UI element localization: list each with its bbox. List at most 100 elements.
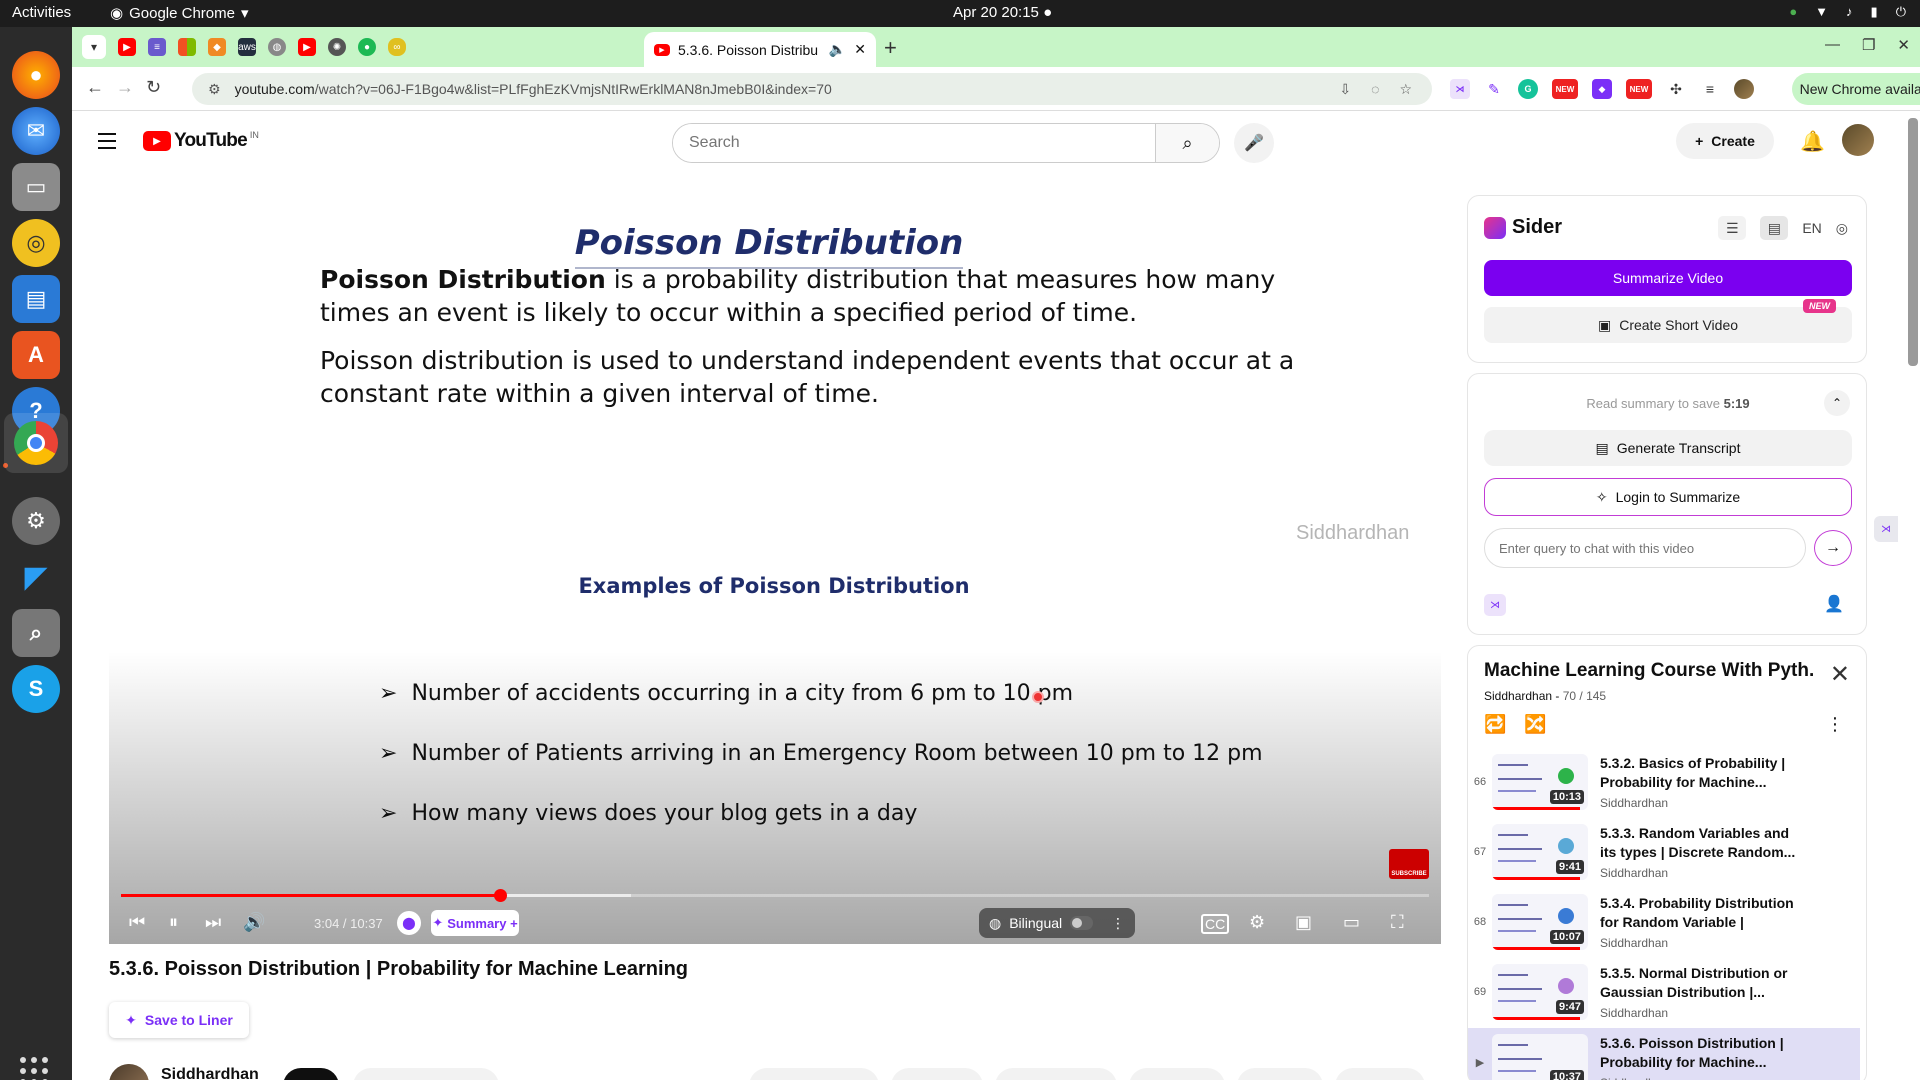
writer-icon[interactable]: ▤ <box>12 275 60 323</box>
rhythmbox-icon[interactable]: ◎ <box>12 219 60 267</box>
youtube-logo[interactable]: ▶ YouTube IN <box>143 130 259 152</box>
video-player[interactable]: Poisson Distribution Poisson Distributio… <box>109 171 1441 944</box>
tab-microsoft[interactable] <box>178 38 196 56</box>
liner-ext-icon[interactable]: ◆ <box>1592 79 1612 99</box>
activities-button[interactable]: Activities <box>12 4 71 21</box>
tab-youtube-2[interactable]: ▶ <box>298 38 316 56</box>
sider-mini-icon[interactable]: ⋊ <box>1484 594 1506 616</box>
hamburger-menu-icon[interactable] <box>98 133 116 154</box>
pause-icon[interactable]: ⏸ <box>169 912 178 933</box>
shuffle-icon[interactable]: 🔀 <box>1524 714 1546 735</box>
new-ext-1-icon[interactable]: NEW <box>1552 79 1578 99</box>
vscode-icon[interactable]: ◤ <box>12 553 60 601</box>
back-icon[interactable]: ← <box>86 77 104 98</box>
seek-bar[interactable] <box>121 889 1429 902</box>
app-menu[interactable]: ◉ Google Chrome ▾ <box>110 4 249 23</box>
login-to-summarize-button[interactable]: ✧ Login to Summarize <box>1484 478 1852 516</box>
playlist-more-icon[interactable]: ⋮ <box>1826 714 1844 735</box>
search-tool-icon[interactable]: ⌕ <box>12 609 60 657</box>
playlist-item-thumbnail[interactable]: 9:41 <box>1492 824 1588 880</box>
clock[interactable]: Apr 20 20:15 ● <box>953 4 1052 21</box>
summary-button[interactable]: ✦ Summary + <box>431 910 519 936</box>
pen-ext-icon[interactable]: ✎ <box>1484 79 1504 99</box>
reading-list-icon[interactable]: ≡ <box>1700 79 1720 99</box>
address-bar[interactable]: ⚙ youtube.com/watch?v=06J-F1Bgo4w&list=P… <box>192 73 1432 105</box>
tab-docs[interactable]: ≡ <box>148 38 166 56</box>
playlist-item[interactable]: 68 10:07 5.3.4. Probability Distribution f… <box>1468 888 1860 958</box>
close-window-icon[interactable]: ✕ <box>1897 36 1910 54</box>
more-icon[interactable]: ⋮ <box>1111 915 1125 932</box>
volume-icon[interactable]: 🔊 <box>243 912 265 933</box>
join-button[interactable] <box>283 1068 339 1080</box>
playlist-item-thumbnail[interactable]: 10:37 <box>1492 1034 1588 1080</box>
tab-aws[interactable]: aws <box>238 38 256 56</box>
summarize-video-button[interactable]: Summarize Video <box>1484 260 1852 296</box>
subtitle-view-icon[interactable]: ▤ <box>1760 216 1789 240</box>
location-pin-icon[interactable]: ⬤ <box>397 911 421 935</box>
files-icon[interactable]: ▭ <box>12 163 60 211</box>
save-button[interactable] <box>1335 1068 1425 1080</box>
tab-active[interactable]: ▶ 5.3.6. Poisson Distribu 🔈 ✕ <box>644 32 876 67</box>
skype-icon[interactable]: S <box>12 665 60 713</box>
grammarly-icon[interactable]: G <box>1518 79 1538 99</box>
new-chrome-available-button[interactable]: New Chrome available ⋮ <box>1792 73 1920 105</box>
save-to-liner-button[interactable]: ✦ Save to Liner <box>109 1002 249 1038</box>
list-view-icon[interactable]: ☰ <box>1718 216 1747 240</box>
chevron-up-icon[interactable]: ⌃ <box>1824 390 1850 416</box>
channel-avatar[interactable] <box>109 1064 149 1080</box>
bilingual-switch[interactable] <box>1070 916 1093 930</box>
playlist-item-thumbnail[interactable]: 10:13 <box>1492 754 1588 810</box>
scrubber-handle[interactable] <box>494 889 508 902</box>
notifications-bell-icon[interactable]: 🔔 <box>1800 129 1825 154</box>
miniplayer-icon[interactable]: ▣ <box>1295 912 1312 933</box>
extensions-puzzle-icon[interactable]: ✣ <box>1666 79 1686 99</box>
loop-icon[interactable]: 🔁 <box>1484 714 1506 735</box>
chat-query-input[interactable] <box>1484 528 1806 568</box>
close-playlist-icon[interactable]: ✕ <box>1830 660 1850 689</box>
system-tray[interactable]: ● ▼ ♪ ▮ ⏻ <box>1789 4 1906 20</box>
subscribe-watermark[interactable]: SUBSCRIBE <box>1389 849 1429 879</box>
tab-search-icon[interactable]: ▾ <box>82 35 106 59</box>
restore-icon[interactable]: ❐ <box>1862 36 1875 54</box>
show-apps-icon[interactable] <box>20 1057 48 1080</box>
send-arrow-icon[interactable]: → <box>1814 530 1852 566</box>
playlist-item[interactable]: 69 9:47 5.3.5. Normal Distribution or Gaus… <box>1468 958 1860 1028</box>
tab-yellow[interactable]: ∞ <box>388 38 406 56</box>
search-input[interactable] <box>673 124 1155 162</box>
subscribed-button[interactable] <box>353 1068 499 1080</box>
playlist-channel[interactable]: Siddhardhan <box>1484 689 1552 703</box>
playlist-item[interactable]: 66 10:13 5.3.2. Basics of Probability | Pr… <box>1468 748 1860 818</box>
theater-mode-icon[interactable]: ▭ <box>1343 912 1360 933</box>
app-center-icon[interactable]: A <box>12 331 60 379</box>
playlist-item[interactable]: ▶ 10:37 5.3.6. Poisson Distribution | Prob… <box>1468 1028 1860 1080</box>
playlist-item-thumbnail[interactable]: 10:07 <box>1492 894 1588 950</box>
channel-name[interactable]: Siddhardhan <box>161 1066 259 1080</box>
settings-gear-icon[interactable]: ⚙ <box>1249 912 1265 933</box>
close-tab-icon[interactable]: ✕ <box>854 41 866 58</box>
tab-youtube-1[interactable]: ▶ <box>118 38 136 56</box>
previous-icon[interactable]: ⏮ <box>129 912 145 933</box>
tab-openai[interactable]: ✺ <box>328 38 346 56</box>
page-scrollbar[interactable] <box>1908 118 1918 366</box>
new-ext-2-icon[interactable]: NEW <box>1626 79 1652 99</box>
install-icon[interactable]: ⇩ <box>1339 81 1351 98</box>
chrome-dock-icon[interactable] <box>4 413 68 473</box>
clip-button[interactable] <box>1237 1068 1323 1080</box>
profile-avatar[interactable] <box>1734 79 1754 99</box>
settings-icon[interactable]: ⚙ <box>12 497 60 545</box>
new-tab-icon[interactable]: + <box>884 35 897 61</box>
language-selector[interactable]: EN <box>1802 220 1821 236</box>
playlist-title[interactable]: Machine Learning Course With Pyth... <box>1484 660 1814 682</box>
bookmark-star-icon[interactable]: ☆ <box>1399 81 1412 98</box>
generate-transcript-button[interactable]: ▤ Generate Transcript <box>1484 430 1852 466</box>
share-button[interactable] <box>891 1068 983 1080</box>
download-button[interactable] <box>995 1068 1117 1080</box>
tab-green[interactable]: ● <box>358 38 376 56</box>
playlist-item-thumbnail[interactable]: 9:47 <box>1492 964 1588 1020</box>
fullscreen-icon[interactable]: ⛶ <box>1391 912 1404 933</box>
speaker-icon[interactable]: 🔈 <box>829 41 846 58</box>
firefox-icon[interactable]: ● <box>12 51 60 99</box>
captions-icon[interactable]: CC <box>1201 914 1230 934</box>
sider-ext-icon[interactable]: ⋊ <box>1450 79 1470 99</box>
sider-side-tab-icon[interactable]: ⋊ <box>1874 516 1898 542</box>
